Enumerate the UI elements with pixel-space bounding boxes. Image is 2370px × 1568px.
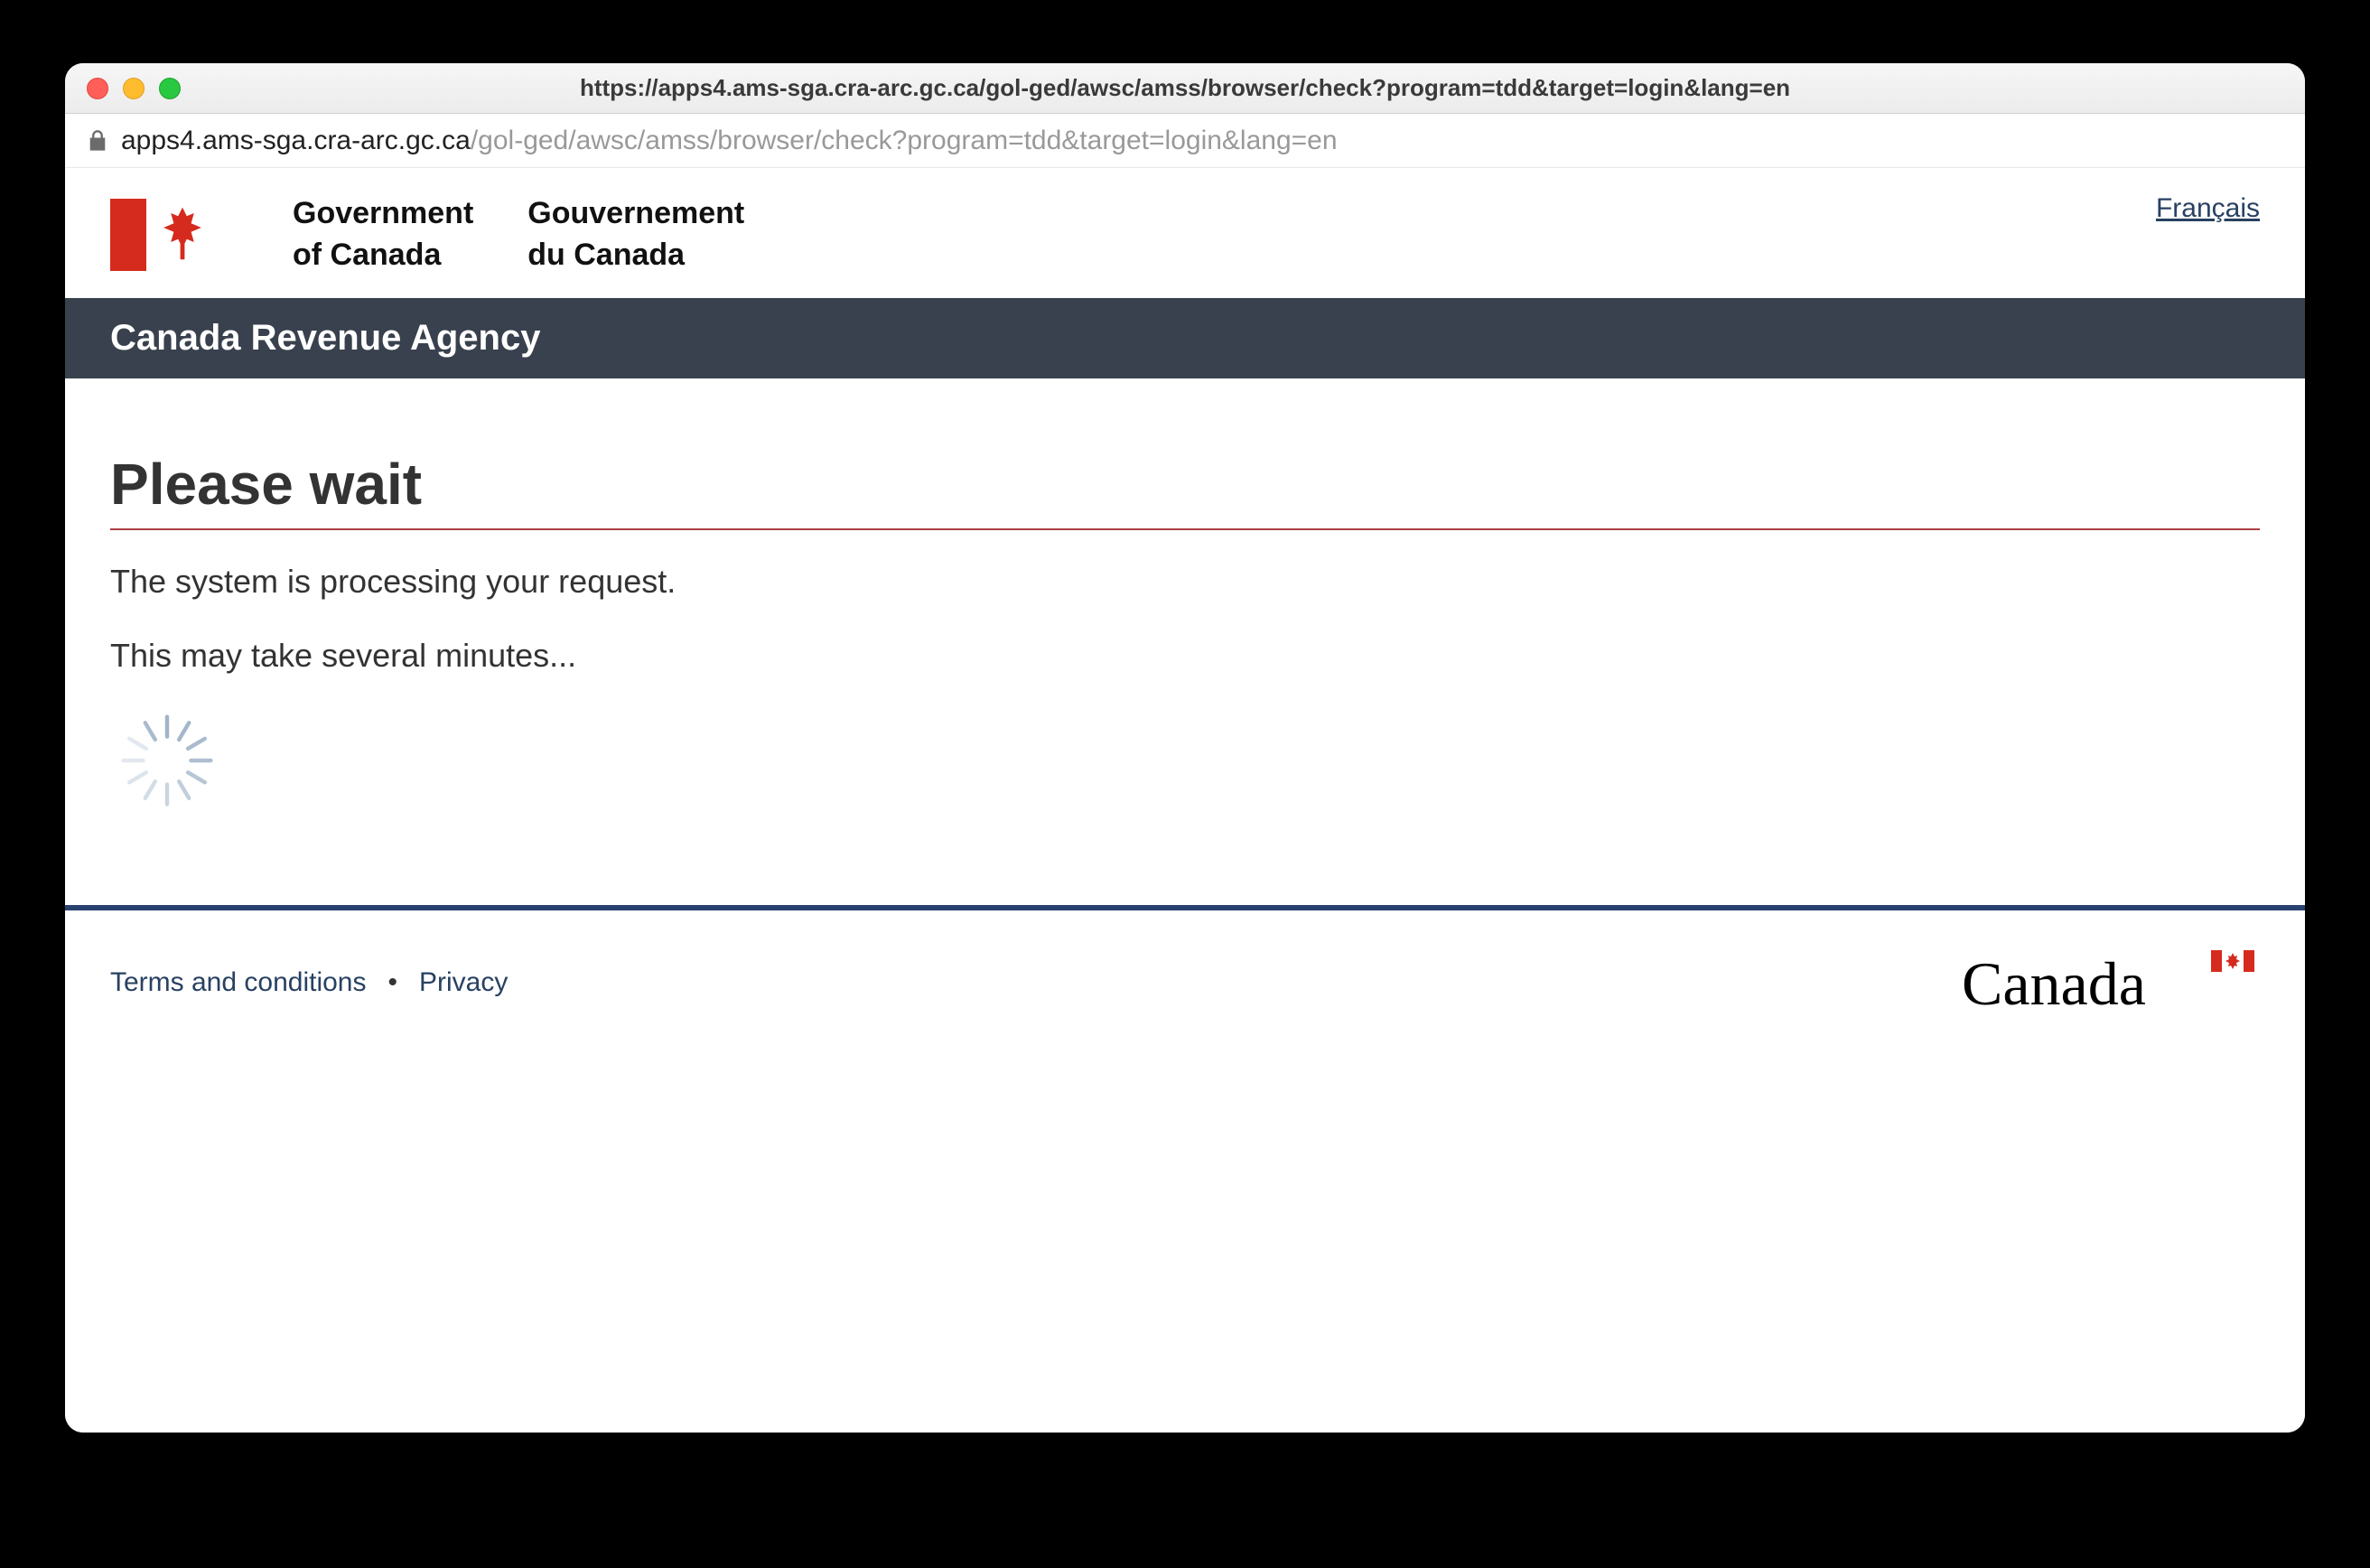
title-underline bbox=[110, 528, 2260, 530]
close-window-button[interactable] bbox=[87, 78, 108, 99]
svg-text:Canada: Canada bbox=[1962, 949, 2146, 1018]
terms-link[interactable]: Terms and conditions bbox=[110, 967, 366, 998]
maximize-window-button[interactable] bbox=[159, 78, 181, 99]
footer-links: Terms and conditions • Privacy bbox=[110, 967, 508, 998]
lock-icon bbox=[87, 130, 108, 152]
address-host: apps4.ams-sga.cra-arc.gc.ca bbox=[121, 126, 471, 155]
address-bar[interactable]: apps4.ams-sga.cra-arc.gc.ca/gol-ged/awsc… bbox=[65, 114, 2305, 168]
agency-bar: Canada Revenue Agency bbox=[65, 298, 2305, 378]
gov-english: Government of Canada bbox=[293, 193, 473, 276]
window-title: https://apps4.ams-sga.cra-arc.gc.ca/gol-… bbox=[580, 74, 1790, 102]
government-text: Government of Canada Gouvernement du Can… bbox=[293, 193, 744, 276]
title-bar: https://apps4.ams-sga.cra-arc.gc.ca/gol-… bbox=[65, 63, 2305, 114]
browser-window: https://apps4.ams-sga.cra-arc.gc.ca/gol-… bbox=[65, 63, 2305, 1433]
page-title: Please wait bbox=[110, 451, 2260, 518]
gov-en-line1: Government bbox=[293, 193, 473, 235]
loading-spinner-icon bbox=[117, 711, 2260, 815]
page-content: Government of Canada Gouvernement du Can… bbox=[65, 168, 2305, 1433]
address-path: /gol-ged/awsc/amss/browser/check?program… bbox=[471, 126, 1338, 155]
agency-name: Canada Revenue Agency bbox=[110, 318, 540, 358]
minimize-window-button[interactable] bbox=[123, 78, 145, 99]
canada-flag-icon bbox=[110, 199, 255, 271]
gov-en-line2: of Canada bbox=[293, 235, 473, 276]
gov-fr-line1: Gouvernement bbox=[527, 193, 744, 235]
footer: Terms and conditions • Privacy Canada bbox=[65, 910, 2305, 1199]
main-content: Please wait The system is processing you… bbox=[65, 378, 2305, 905]
government-logo: Government of Canada Gouvernement du Can… bbox=[110, 193, 744, 276]
language-toggle-link[interactable]: Français bbox=[2156, 193, 2260, 224]
traffic-lights bbox=[87, 78, 181, 99]
wait-text: This may take several minutes... bbox=[110, 637, 2260, 675]
gov-header: Government of Canada Gouvernement du Can… bbox=[65, 168, 2305, 298]
footer-bullet: • bbox=[387, 967, 397, 998]
privacy-link[interactable]: Privacy bbox=[419, 967, 508, 998]
processing-text: The system is processing your request. bbox=[110, 563, 2260, 601]
gov-french: Gouvernement du Canada bbox=[527, 193, 744, 276]
canada-wordmark-icon: Canada bbox=[1962, 947, 2260, 1019]
address-text: apps4.ams-sga.cra-arc.gc.ca/gol-ged/awsc… bbox=[121, 126, 1338, 156]
gov-fr-line2: du Canada bbox=[527, 235, 744, 276]
